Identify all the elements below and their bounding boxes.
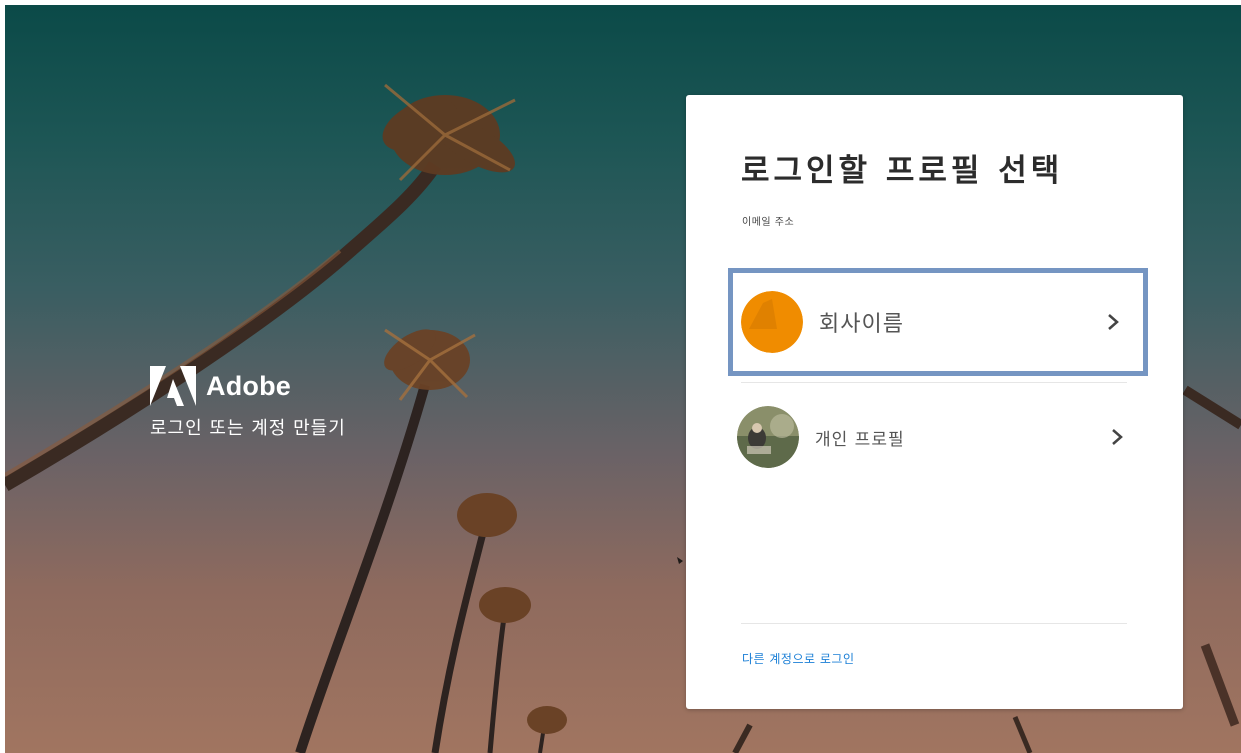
- chevron-right-icon: [1108, 314, 1119, 330]
- adobe-logo-icon: [150, 366, 196, 406]
- personal-photo-avatar: [737, 406, 799, 468]
- page-title: 로그인할 프로필 선택: [741, 153, 1064, 189]
- chevron-right-icon: [1112, 429, 1123, 445]
- adobe-branding: Adobe 로그인 또는 계정 만들기: [150, 366, 346, 440]
- divider: [741, 382, 1127, 383]
- profile-label: 회사이름: [819, 312, 904, 337]
- company-avatar-icon: [741, 291, 803, 353]
- sign-in-other-account-link[interactable]: 다른 계정으로 로그인: [742, 650, 855, 667]
- email-address-label: 이메일 주소: [742, 217, 795, 228]
- profile-label: 개인 프로필: [815, 429, 905, 450]
- profile-selection-card: 로그인할 프로필 선택 이메일 주소 회사이름 개인 프로필 다른 계정으로 로…: [686, 95, 1183, 709]
- profile-item-company[interactable]: 회사이름: [728, 268, 1148, 376]
- divider: [741, 623, 1127, 624]
- brand-name: Adobe: [206, 370, 291, 401]
- brand-tagline: 로그인 또는 계정 만들기: [150, 418, 346, 439]
- profile-item-personal[interactable]: 개인 프로필: [729, 387, 1147, 487]
